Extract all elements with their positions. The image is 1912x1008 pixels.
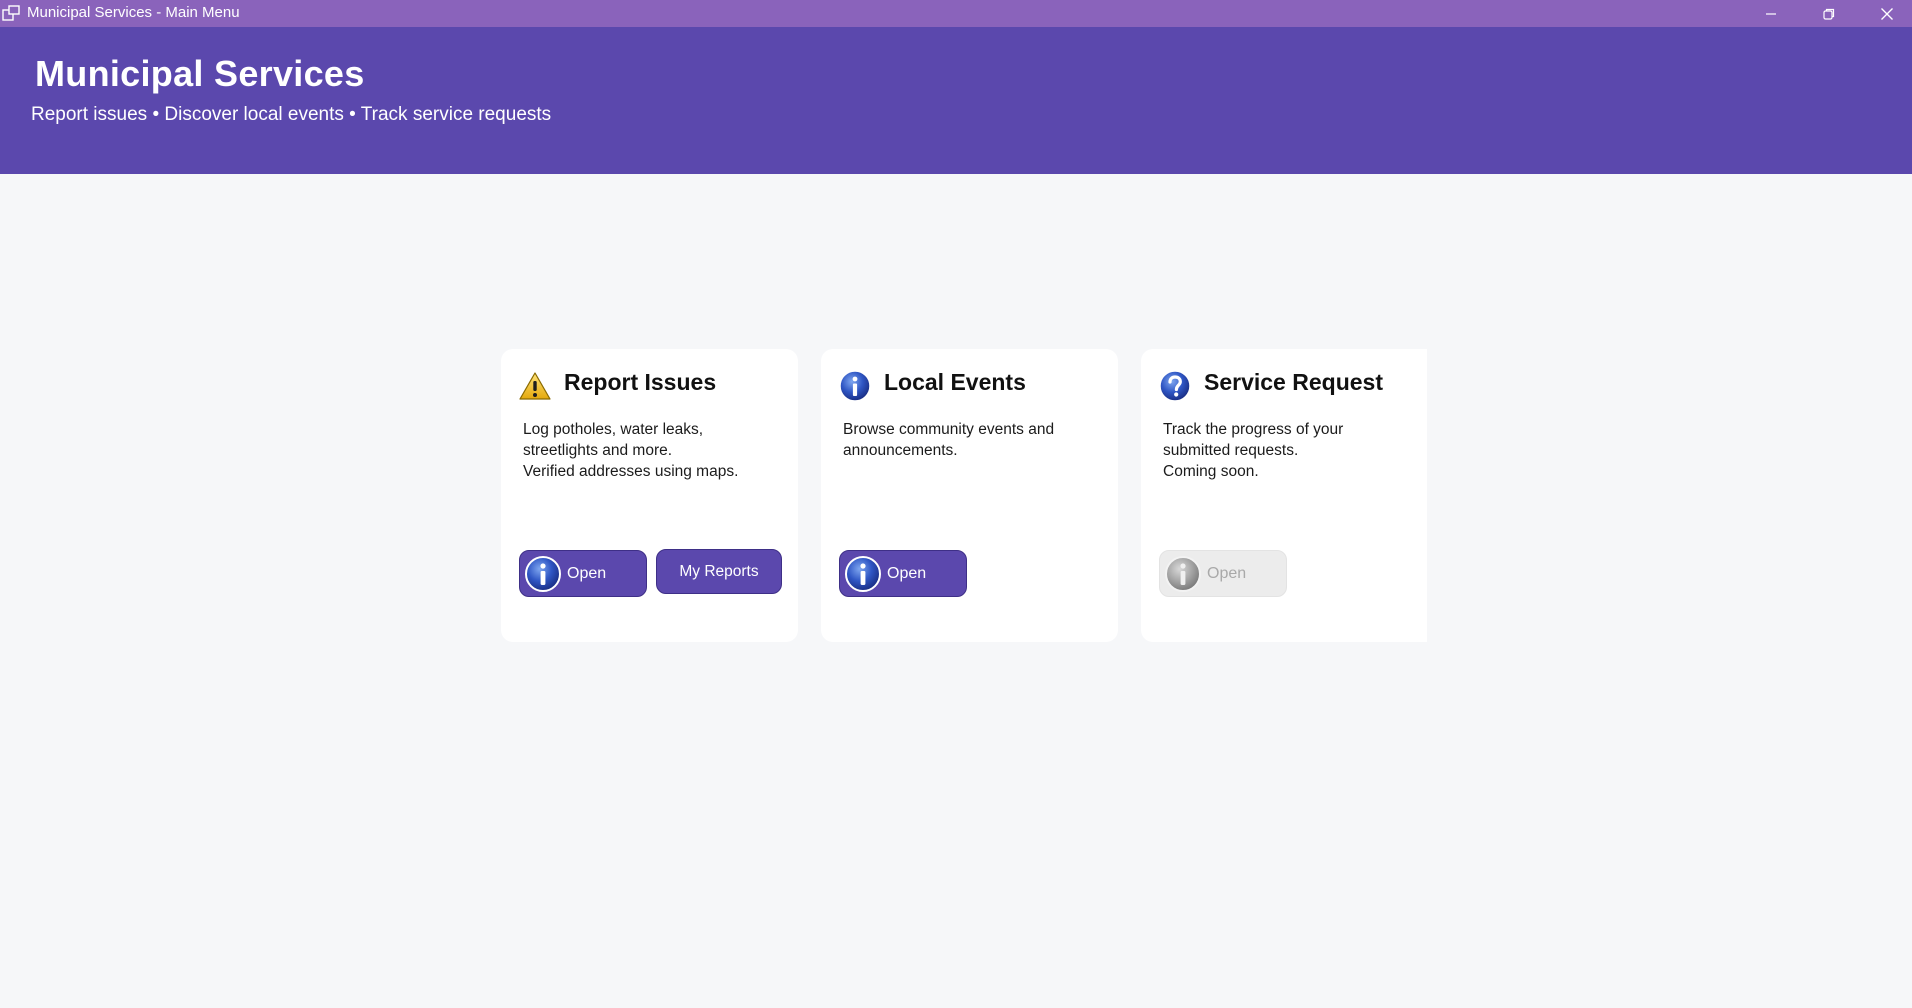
card-description: Log potholes, water leaks, streetlights … [523,421,739,480]
minimize-icon [1766,12,1776,15]
open-local-events-button[interactable]: Open [839,550,967,597]
card-local-events: Local Events Browse community events and… [821,349,1118,642]
card-description: Track the progress of your submitted req… [1163,421,1344,480]
app-subtitle: Report issues • Discover local events • … [31,104,552,125]
open-report-issues-button[interactable]: Open [519,550,647,597]
minimize-button[interactable] [1742,0,1800,27]
close-icon [1881,7,1893,20]
button-label: Open [887,565,927,582]
warning-icon [519,372,551,400]
button-label: My Reports [679,562,759,580]
info-icon [845,556,881,592]
app-header: Municipal Services Report issues • Disco… [0,27,1912,174]
restore-button[interactable] [1800,0,1858,27]
question-icon [1159,370,1191,402]
window-titlebar: Municipal Services - Main Menu [0,0,1912,27]
open-service-request-button[interactable]: Open [1159,550,1287,597]
button-label: Open [1207,565,1247,582]
restore-icon [1823,8,1835,20]
window-title: Municipal Services - Main Menu [27,4,240,21]
app-window-icon [2,5,20,21]
info-icon [525,556,561,592]
my-reports-button[interactable]: My Reports [656,549,782,594]
card-title: Service Request [1204,369,1383,395]
info-icon [1165,556,1201,592]
card-title: Local Events [884,369,1026,395]
app-title: Municipal Services [35,53,365,94]
button-label: Open [567,565,607,582]
card-description: Browse community events and announcement… [843,421,1055,459]
card-service-request: Service Request Track the progress of yo… [1141,349,1427,642]
close-button[interactable] [1858,0,1912,27]
card-report-issues: Report Issues Log potholes, water leaks,… [501,349,798,642]
card-title: Report Issues [564,369,717,395]
info-icon [839,370,871,402]
